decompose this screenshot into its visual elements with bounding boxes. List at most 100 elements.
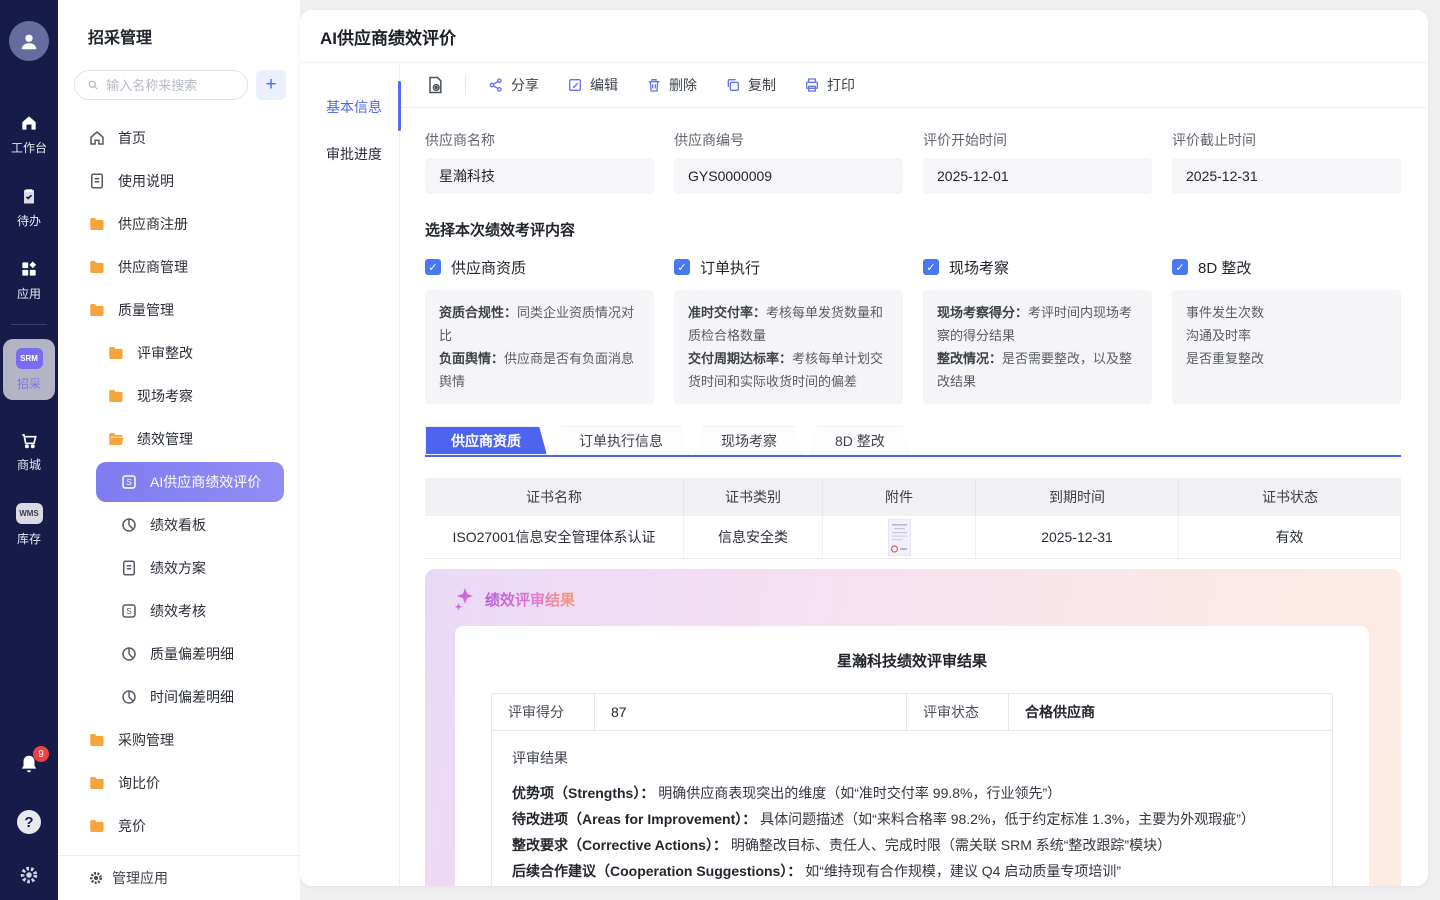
cert-status: 有效 (1179, 516, 1401, 558)
col-attachment: 附件 (823, 478, 976, 516)
sidebar-item-home[interactable]: 首页 (58, 116, 300, 159)
criteria-grid: ✓ 供应商资质 资质合规性：同类企业资质情况对比 负面舆情：供应商是否有负面消息… (425, 256, 1401, 404)
sidebar-item-review-rectify[interactable]: 评审整改 (58, 331, 300, 374)
clipboard-icon (19, 186, 39, 206)
folder-icon (88, 817, 106, 835)
status-value: 合格供应商 (1009, 694, 1332, 731)
sidebar-menu: 首页 使用说明 供应商注册 供应商管理 质量管理 评审整改 现场考察 绩效管理 (58, 116, 300, 847)
rail-item-procurement-active[interactable]: SRM 招采 (3, 339, 55, 400)
svg-text:S: S (126, 478, 132, 487)
rail-item-workbench[interactable]: 工作台 (11, 113, 47, 156)
search-box[interactable] (74, 70, 248, 100)
eval-start-date-field[interactable]: 2025-12-01 (923, 158, 1152, 194)
folder-icon (88, 774, 106, 792)
eval-end-date-field[interactable]: 2025-12-31 (1172, 158, 1401, 194)
toolbar-divider (465, 75, 466, 95)
s-doc-icon: S (120, 602, 138, 620)
sidebar-item-performance-mgmt[interactable]: 绩效管理 (58, 417, 300, 460)
trash-icon (646, 77, 662, 93)
edit-icon (567, 77, 583, 93)
cert-attachment[interactable] (823, 516, 976, 558)
sidebar-item-quality-deviation[interactable]: 质量偏差明细 (58, 632, 300, 675)
checkbox-checked[interactable]: ✓ (425, 259, 441, 275)
score-table: 评审得分 87 评审状态 合格供应商 评审结果 优势项（Strengths）： … (491, 693, 1333, 886)
sidebar-item-guide[interactable]: 使用说明 (58, 159, 300, 202)
tab-basic-info[interactable]: 基本信息 (300, 83, 399, 130)
supplier-name-field[interactable]: 星瀚科技 (425, 158, 654, 194)
result-line: 优势项（Strengths）： 明确供应商表现突出的维度（如“准时交付率 99.… (512, 780, 1312, 806)
field-label: 评价截止时间 (1172, 130, 1401, 150)
print-button[interactable]: 打印 (804, 75, 855, 95)
page-title: AI供应商绩效评价 (320, 24, 456, 49)
notification-count-badge: 9 (33, 746, 49, 762)
rail-item-mall[interactable]: 商城 (17, 430, 41, 473)
toolbar: 分享 编辑 删除 复制 打印 (400, 63, 1428, 108)
rail-item-apps[interactable]: 应用 (17, 259, 41, 302)
checkbox-checked[interactable]: ✓ (923, 259, 939, 275)
col-status: 证书状态 (1179, 478, 1401, 516)
wms-badge: WMS (16, 503, 43, 524)
result-line: 后续合作建议（Cooperation Suggestions）： 如“维持现有合… (512, 858, 1312, 884)
sidebar-item-supplier-mgmt[interactable]: 供应商管理 (58, 245, 300, 288)
criteria-card-order-execution: ✓ 订单执行 准时交付率：考核每单发货数量和质检合格数量 交付周期达标率：考核每… (674, 256, 903, 404)
search-input[interactable] (106, 78, 235, 93)
sidebar-item-rfq[interactable]: 询比价 (58, 761, 300, 804)
sidebar-item-bidding[interactable]: 竞价 (58, 804, 300, 847)
rail-bottom: 9 ? (17, 753, 41, 900)
supplier-code-field[interactable]: GYS0000009 (674, 158, 903, 194)
notifications-button[interactable]: 9 (18, 753, 40, 780)
rail-item-inventory[interactable]: WMS 库存 (16, 503, 43, 547)
rail-item-todo[interactable]: 待办 (17, 186, 41, 229)
tab-8d-rectification[interactable]: 8D 整改 (809, 426, 911, 455)
rail-divider (11, 324, 47, 325)
main-panel: AI供应商绩效评价 基本信息 审批进度 分享 编辑 (300, 10, 1428, 886)
settings-icon[interactable] (18, 864, 40, 886)
result-card: 星瀚科技绩效评审结果 评审得分 87 评审状态 合格供应商 评审结果 优势项（S… (455, 626, 1369, 886)
basic-info-form: 供应商名称 星瀚科技 供应商编号 GYS0000009 评价开始时间 2025-… (425, 130, 1401, 194)
result-line: 待改进项（Areas for Improvement）： 具体问题描述（如“来料… (512, 806, 1312, 832)
home-icon (19, 113, 39, 133)
copy-button[interactable]: 复制 (725, 75, 776, 95)
app-rail: 工作台 待办 应用 SRM 招采 商城 WMS 库存 9 ? (0, 0, 58, 900)
folder-icon (107, 344, 125, 362)
help-button[interactable]: ? (17, 810, 41, 834)
edit-button[interactable]: 编辑 (567, 75, 618, 95)
sidebar-item-quality-mgmt[interactable]: 质量管理 (58, 288, 300, 331)
share-button[interactable]: 分享 (488, 75, 539, 95)
col-cert-name: 证书名称 (425, 478, 684, 516)
status-label: 评审状态 (907, 694, 1009, 731)
delete-button[interactable]: 删除 (646, 75, 697, 95)
sidebar-item-site-visit[interactable]: 现场考察 (58, 374, 300, 417)
checkbox-checked[interactable]: ✓ (1172, 259, 1188, 275)
sidebar-item-supplier-register[interactable]: 供应商注册 (58, 202, 300, 245)
tab-supplier-qualification[interactable]: 供应商资质 (425, 426, 547, 455)
page-header: AI供应商绩效评价 (300, 10, 1428, 63)
sidebar: 招采管理 + 首页 使用说明 供应商注册 供应商管理 质量管理 (58, 0, 300, 900)
folder-icon (88, 731, 106, 749)
cert-expiry: 2025-12-31 (976, 516, 1179, 558)
copy-icon (725, 77, 741, 93)
tab-order-execution-info[interactable]: 订单执行信息 (553, 426, 689, 455)
tab-approval-progress[interactable]: 审批进度 (300, 130, 399, 177)
preview-button[interactable] (425, 75, 445, 95)
sidebar-item-purchase-mgmt[interactable]: 采购管理 (58, 718, 300, 761)
folder-icon (88, 301, 106, 319)
manage-apps-button[interactable]: 管理应用 (58, 855, 300, 900)
criteria-card-site-visit: ✓ 现场考察 现场考察得分：考评时间内现场考察的得分结果 整改情况：是否需要整改… (923, 256, 1152, 404)
score-label: 评审得分 (492, 694, 595, 731)
folder-icon (107, 387, 125, 405)
field-label: 供应商编号 (674, 130, 903, 150)
avatar[interactable] (9, 21, 49, 61)
criteria-card-8d: ✓ 8D 整改 事件发生次数 沟通及时率 是否重复整改 (1172, 256, 1401, 404)
add-button[interactable]: + (256, 70, 286, 100)
sidebar-item-time-deviation[interactable]: 时间偏差明细 (58, 675, 300, 718)
sidebar-item-performance-assessment[interactable]: S 绩效考核 (58, 589, 300, 632)
sidebar-item-ai-supplier-performance[interactable]: S AI供应商绩效评价 (96, 462, 284, 502)
sidebar-item-performance-board[interactable]: 绩效看板 (58, 503, 300, 546)
tab-underline (425, 455, 1401, 457)
checkbox-checked[interactable]: ✓ (674, 259, 690, 275)
field-label: 供应商名称 (425, 130, 654, 150)
search-icon (87, 78, 99, 92)
sidebar-item-performance-plan[interactable]: 绩效方案 (58, 546, 300, 589)
tab-site-visit[interactable]: 现场考察 (695, 426, 803, 455)
